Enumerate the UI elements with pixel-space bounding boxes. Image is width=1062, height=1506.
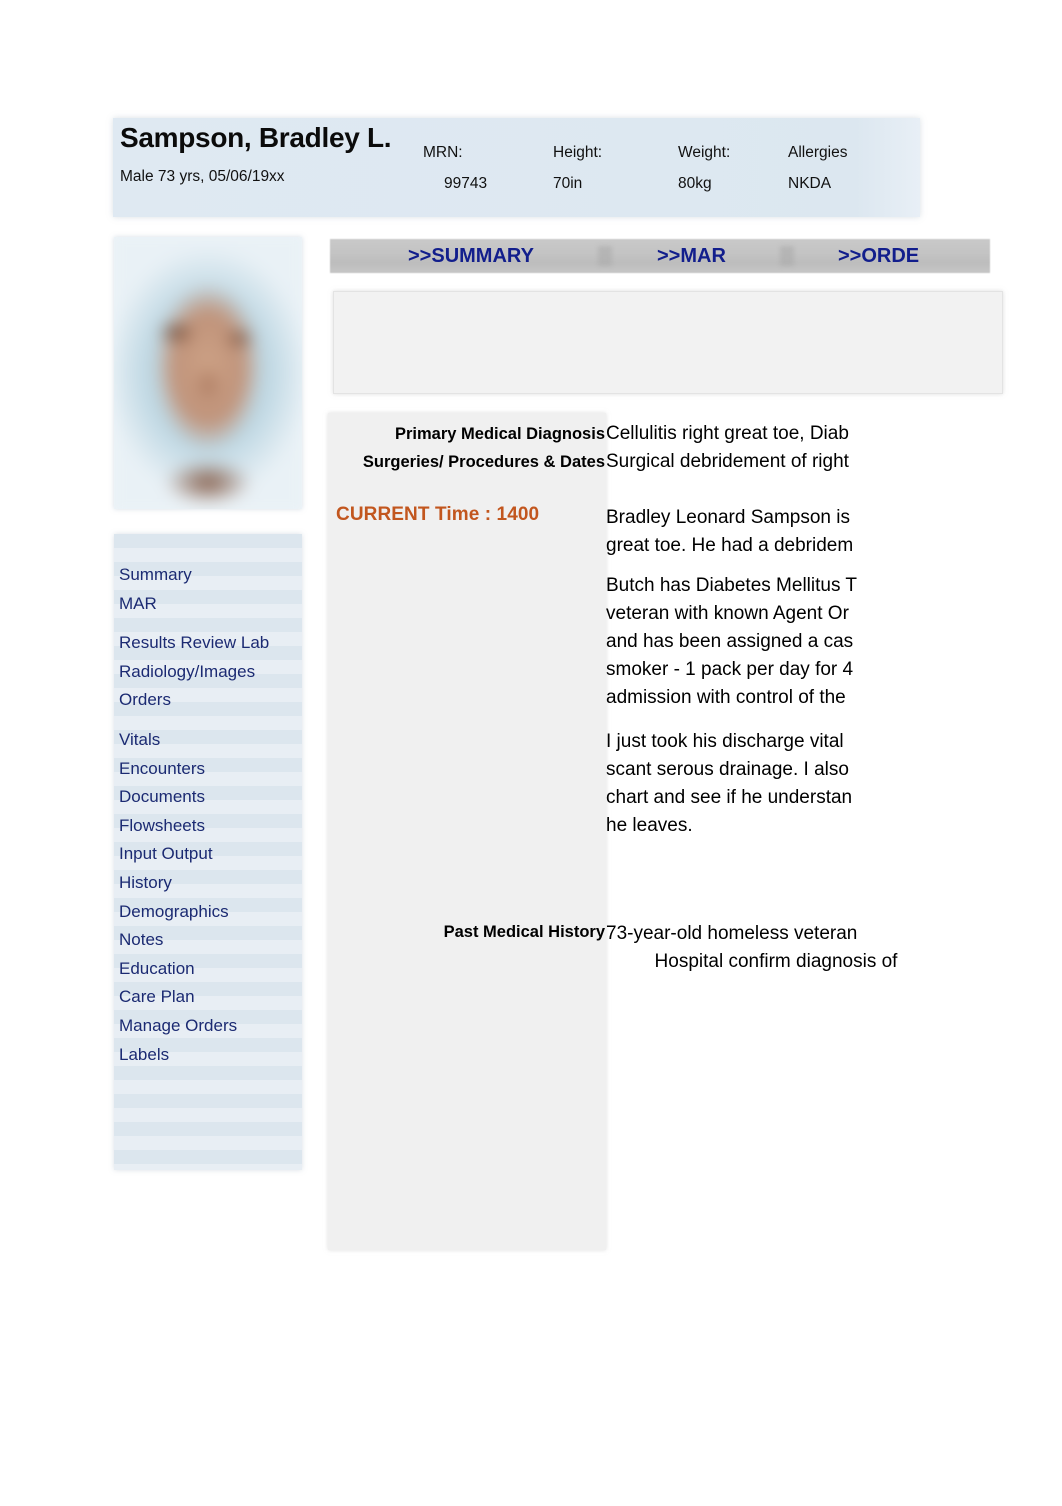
past-medical-history-line-1: 73-year-old homeless veteran bbox=[606, 923, 858, 944]
tab-separator-icon bbox=[598, 246, 612, 266]
weight-value: 80kg bbox=[678, 175, 712, 192]
sidebar-item-mar[interactable]: MAR bbox=[119, 590, 302, 619]
allergies-label: Allergies bbox=[788, 144, 848, 161]
tab-summary[interactable]: >>SUMMARY bbox=[408, 241, 534, 271]
sidebar-item-flowsheets[interactable]: Flowsheets bbox=[119, 812, 302, 841]
sidebar-item-list: Summary MAR Results Review Lab Radiology… bbox=[114, 534, 302, 1170]
height-label: Height: bbox=[553, 144, 603, 161]
tab-bar: >>SUMMARY >>MAR >>ORDE bbox=[330, 239, 990, 273]
primary-diagnosis-value: Cellulitis right great toe, Diab bbox=[606, 423, 849, 444]
sidebar-item-results-review-lab[interactable]: Results Review Lab bbox=[119, 629, 302, 658]
sidebar-item-labels[interactable]: Labels bbox=[119, 1041, 302, 1070]
sidebar-item-encounters[interactable]: Encounters bbox=[119, 755, 302, 784]
patient-demographics: Male 73 yrs, 05/06/19xx bbox=[120, 168, 285, 185]
past-medical-history-line-2: Hospital confirm diagnosis of bbox=[654, 951, 898, 972]
surgeries-procedures-value: Surgical debridement of right bbox=[606, 451, 849, 472]
mrn-value: 99743 bbox=[444, 175, 488, 192]
surgeries-procedures-label: Surgeries/ Procedures & Dates bbox=[362, 453, 605, 471]
patient-name: Sampson, Bradley L. bbox=[120, 122, 392, 153]
narrative-paragraph-1: Bradley Leonard Sampson is great toe. He… bbox=[606, 507, 854, 556]
summary-content-panel bbox=[328, 413, 606, 1250]
tab-orders[interactable]: >>ORDE bbox=[838, 241, 919, 271]
empty-content-panel bbox=[333, 291, 1003, 394]
sidebar-item-education[interactable]: Education bbox=[119, 955, 302, 984]
sidebar-item-orders[interactable]: Orders bbox=[119, 686, 302, 715]
current-time-label: CURRENT Time : 1400 bbox=[336, 504, 540, 525]
height-value: 70in bbox=[553, 175, 583, 192]
content-right-clip-mask bbox=[946, 400, 1062, 1100]
narrative-paragraph-2: Butch has Diabetes Mellitus T veteran wi… bbox=[606, 575, 857, 708]
patient-header-banner: Sampson, Bradley L. Male 73 yrs, 05/06/1… bbox=[113, 118, 920, 217]
sidebar-nav: Summary MAR Results Review Lab Radiology… bbox=[114, 534, 302, 1170]
sidebar-item-summary[interactable]: Summary bbox=[119, 561, 302, 590]
past-medical-history-label: Past Medical History bbox=[443, 923, 605, 941]
primary-diagnosis-label: Primary Medical Diagnosis bbox=[395, 425, 605, 443]
sidebar-item-input-output[interactable]: Input Output bbox=[119, 840, 302, 869]
weight-label: Weight: bbox=[678, 144, 731, 161]
narrative-paragraph-3: I just took his discharge vital scant se… bbox=[606, 731, 853, 836]
sidebar-item-radiology-images[interactable]: Radiology/Images bbox=[119, 658, 302, 687]
allergies-value: NKDA bbox=[788, 175, 832, 192]
sidebar-item-manage-orders[interactable]: Manage Orders bbox=[119, 1012, 302, 1041]
tab-mar[interactable]: >>MAR bbox=[657, 241, 726, 271]
sidebar-item-vitals[interactable]: Vitals bbox=[119, 726, 302, 755]
sidebar-item-history[interactable]: History bbox=[119, 869, 302, 898]
sidebar-item-care-plan[interactable]: Care Plan bbox=[119, 983, 302, 1012]
tab-separator-icon bbox=[780, 246, 794, 266]
mrn-label: MRN: bbox=[423, 144, 463, 161]
sidebar-item-documents[interactable]: Documents bbox=[119, 783, 302, 812]
